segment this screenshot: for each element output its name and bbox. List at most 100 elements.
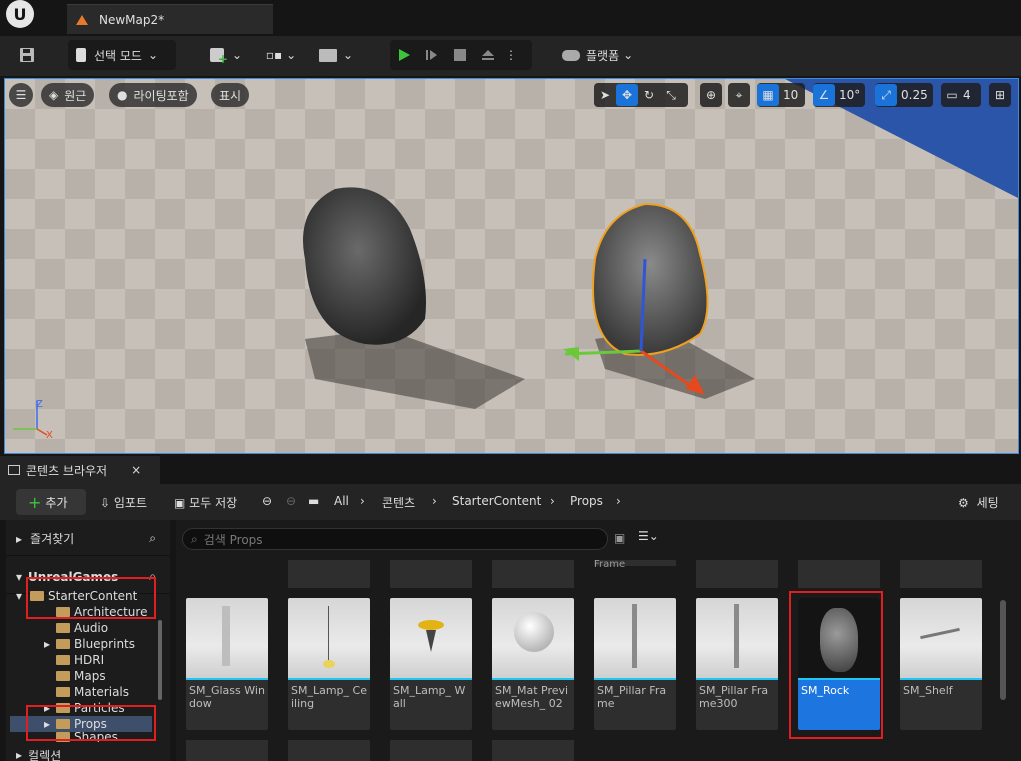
import-label: 임포트: [113, 496, 148, 510]
asset-label: SM_Lamp_ Ceiling: [291, 684, 367, 710]
tile-partial[interactable]: [492, 560, 574, 588]
mode-icon: [76, 48, 86, 62]
folder-icon: [56, 687, 70, 697]
asset-tile-sm-glass-window[interactable]: SM_Glass Window: [186, 598, 268, 730]
highlight-props: [26, 705, 156, 741]
scale-icon[interactable]: ⤡: [660, 84, 682, 106]
more-options-icon[interactable]: ⋮: [502, 48, 520, 62]
rotation-snap-button[interactable]: ∠ 10°: [813, 83, 865, 107]
asset-tile-sm-lamp-ceiling[interactable]: SM_Lamp_ Ceiling: [288, 598, 370, 730]
breadcrumb-content[interactable]: 콘텐츠: [382, 494, 415, 511]
asset-tile-sm-lamp-wall[interactable]: SM_Lamp_ Wall: [390, 598, 472, 730]
eject-icon[interactable]: [474, 47, 502, 63]
translate-icon[interactable]: ✥: [616, 84, 638, 106]
platform-dropdown[interactable]: 플랫폼 ⌄: [560, 40, 638, 70]
asset-tile-sm-shelf[interactable]: SM_Shelf: [900, 598, 982, 730]
save-search-icon[interactable]: ▣: [614, 531, 625, 545]
search-icon[interactable]: ⌕: [149, 531, 156, 546]
title-bar: U NewMap2*: [0, 0, 1021, 36]
layout-icon[interactable]: ⊞: [989, 83, 1011, 107]
asset-tile-sm-matpreviewmesh-02[interactable]: SM_Mat PreviewMesh_ 02: [492, 598, 574, 730]
asset-tile-sm-pillar-frame[interactable]: SM_Pillar Frame: [594, 598, 676, 730]
scale-snap-button[interactable]: ⤢ 0.25: [875, 83, 933, 107]
asset-thumbnail: [390, 598, 472, 678]
save-icon[interactable]: [14, 40, 40, 70]
settings-button[interactable]: ⚙ 세팅: [958, 494, 999, 511]
unreal-logo-icon[interactable]: U: [6, 0, 34, 28]
gear-icon: ⚙: [958, 496, 969, 510]
asset-thumbnail: [900, 598, 982, 678]
plus-icon: +: [28, 492, 42, 512]
grid-snap-button[interactable]: ▦ 10: [757, 83, 805, 107]
tree-scrollbar[interactable]: [158, 620, 162, 700]
asset-label: SM_Mat PreviewMesh_ 02: [495, 684, 569, 710]
blueprint-button[interactable]: ▫▪ ⌄: [262, 40, 300, 70]
stop-icon[interactable]: [446, 48, 474, 62]
breadcrumb-all[interactable]: All: [334, 494, 349, 508]
play-icon[interactable]: [390, 47, 418, 63]
tile-partial[interactable]: [696, 560, 778, 588]
mode-dropdown[interactable]: 선택 모드 ⌄: [68, 40, 176, 70]
asset-scrollbar[interactable]: [1000, 600, 1006, 700]
add-button[interactable]: + 추가: [16, 489, 86, 515]
filter-icon[interactable]: ☰⌄: [638, 529, 659, 543]
breadcrumb-startercontent[interactable]: StarterContent: [452, 494, 541, 508]
asset-label: SM_Pillar Frame300: [699, 684, 769, 710]
tile-partial[interactable]: [186, 740, 268, 761]
save-all-button[interactable]: ▣ 모두 저장: [174, 494, 237, 511]
content-browser-tab-label: 콘텐츠 브라우저: [26, 463, 108, 478]
tile-partial[interactable]: [390, 560, 472, 588]
rock-mesh-selected[interactable]: [592, 202, 709, 356]
mode-label: 선택 모드: [94, 48, 142, 63]
save-all-label: 모두 저장: [189, 496, 238, 510]
tile-partial[interactable]: [288, 560, 370, 588]
favorites-section[interactable]: ▸ 즐겨찾기 ⌕: [6, 522, 170, 556]
rotate-icon[interactable]: ↻: [638, 84, 660, 106]
viewport-menu-icon[interactable]: ☰: [9, 83, 33, 107]
world-local-icon[interactable]: ⊕: [700, 83, 722, 107]
tree-label: Maps: [74, 669, 106, 683]
angle-icon: ∠: [813, 84, 835, 106]
close-icon[interactable]: ×: [131, 463, 141, 477]
chevron-down-icon: ⌄: [231, 48, 243, 62]
play-controls: ⋮: [390, 40, 532, 70]
favorites-label: 즐겨찾기: [30, 532, 75, 546]
chevron-right-icon: ›: [360, 494, 365, 508]
asset-tile-sm-pillar-frame300[interactable]: SM_Pillar Frame300: [696, 598, 778, 730]
content-browser-tab[interactable]: 콘텐츠 브라우저 ×: [0, 456, 160, 484]
tree-label: Blueprints: [74, 637, 136, 651]
tile-partial[interactable]: [492, 740, 574, 761]
chevron-right-icon: ›: [432, 494, 437, 508]
level-viewport[interactable]: Z X ☰ ◈ 원근 ● 라이팅포함 표시 ➤ ✥ ↻ ⤡ ⊕ ⌖ ▦ 10 ∠…: [4, 78, 1019, 454]
perspective-button[interactable]: ◈ 원근: [41, 83, 95, 107]
level-tab[interactable]: NewMap2*: [67, 4, 273, 34]
collections-label: 컬렉션: [28, 748, 62, 761]
show-button[interactable]: 표시: [211, 83, 250, 107]
advance-frame-icon[interactable]: [418, 47, 446, 63]
chevron-down-icon: ⌄: [623, 48, 634, 62]
tile-partial[interactable]: [900, 560, 982, 588]
asset-thumbnail: [492, 598, 574, 678]
lighting-button[interactable]: ● 라이팅포함: [109, 83, 197, 107]
surface-snap-icon[interactable]: ⌖: [728, 83, 750, 107]
tile-partial[interactable]: [798, 560, 880, 588]
select-cursor-icon[interactable]: ➤: [594, 84, 616, 106]
import-button[interactable]: ⇩ 임포트: [100, 494, 147, 511]
content-browser-toolbar: + 추가 ⇩ 임포트 ▣ 모두 저장 ⊖ ⊖ ▬ All › 콘텐츠 › Sta…: [0, 484, 1021, 520]
collections-section[interactable]: ▸ 컬렉션: [6, 748, 170, 761]
search-input[interactable]: ⌕ 검색 Props: [182, 528, 608, 550]
breadcrumb-props[interactable]: Props: [570, 494, 603, 508]
camera-icon: ▭: [946, 88, 958, 102]
tile-partial-label: Frame: [594, 560, 676, 570]
camera-speed-button[interactable]: ▭ 4: [941, 83, 981, 107]
tile-partial[interactable]: [288, 740, 370, 761]
tile-partial[interactable]: [390, 740, 472, 761]
history-back-icon[interactable]: ⊖: [262, 494, 272, 508]
highlight-sm-rock: [789, 591, 883, 739]
tree-item-blueprints[interactable]: ▸ Blueprints: [44, 636, 194, 652]
add-actor-button[interactable]: + ⌄: [206, 40, 246, 70]
cinematics-button[interactable]: ⌄: [316, 40, 356, 70]
rotation-snap-value: 10°: [839, 88, 861, 102]
history-forward-icon[interactable]: ⊖: [286, 494, 296, 508]
transform-tools: ➤ ✥ ↻ ⤡: [594, 83, 688, 107]
